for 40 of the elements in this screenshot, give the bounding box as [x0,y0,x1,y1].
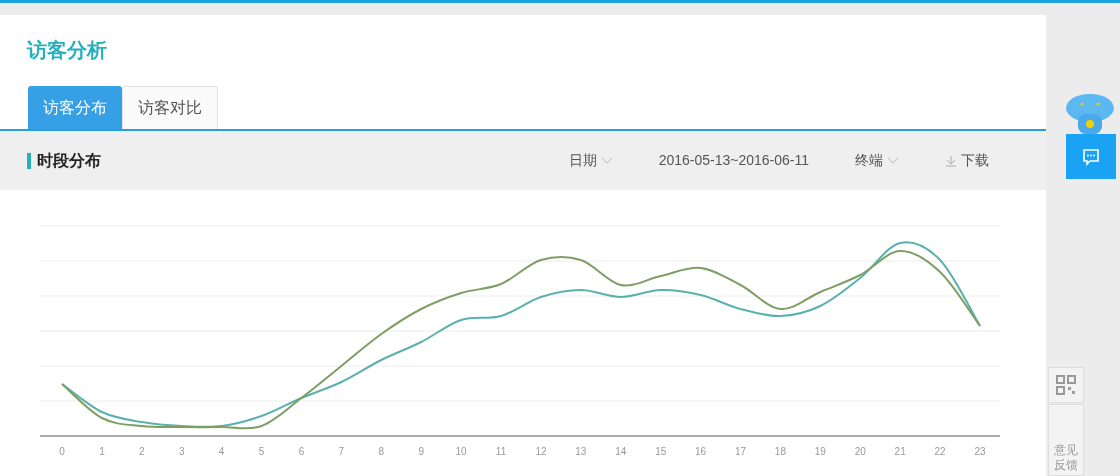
axis-label: 17 [733,445,748,459]
axis-label: 1 [98,445,106,459]
axis-label: 20 [853,445,867,459]
axis-label: 15 [654,445,668,459]
download-icon [945,154,957,167]
axis-label: 2 [138,445,146,459]
axis-label: 21 [893,445,907,459]
chat-icon [1082,147,1100,166]
chat-button[interactable] [1066,134,1116,179]
axis-label: 18 [773,445,787,459]
filter-dropdown[interactable]: 日期 [568,150,613,171]
chevron-down-icon [887,157,899,164]
axis-label: 0 [58,445,66,459]
axis-label: 11 [494,445,508,459]
filter-dropdown[interactable]: 终端 [855,150,899,171]
accent-bar [27,152,31,169]
axis-label: 5 [257,445,266,459]
axis-label: 4 [217,445,226,459]
axis-label: 8 [377,445,386,459]
axis-label: 10 [454,445,468,459]
tab[interactable]: 访客对比 [122,86,218,129]
axis-label: 16 [694,445,708,459]
download-button[interactable]: 下载 [945,150,989,171]
elephant-mascot-icon [1064,92,1116,136]
axis-label: 12 [534,445,548,459]
axis-label: 19 [813,445,827,459]
qr-code-button[interactable] [1048,367,1084,403]
axis-label: 22 [933,445,947,459]
axis-label: 3 [177,445,186,459]
chevron-down-icon [600,157,613,164]
axis-label: 9 [417,445,425,459]
qr-code-icon [1056,375,1076,395]
axis-label: 13 [574,445,588,459]
axis-label: 14 [614,445,628,459]
date-range: 2016-05-13~2016-06-11 [658,151,809,170]
section-title: 时段分布 [37,150,101,171]
axis-label: 23 [973,445,987,459]
axis-label: 7 [337,445,346,459]
page-title: 访客分析 [27,38,108,63]
axis-label: 6 [297,445,306,459]
